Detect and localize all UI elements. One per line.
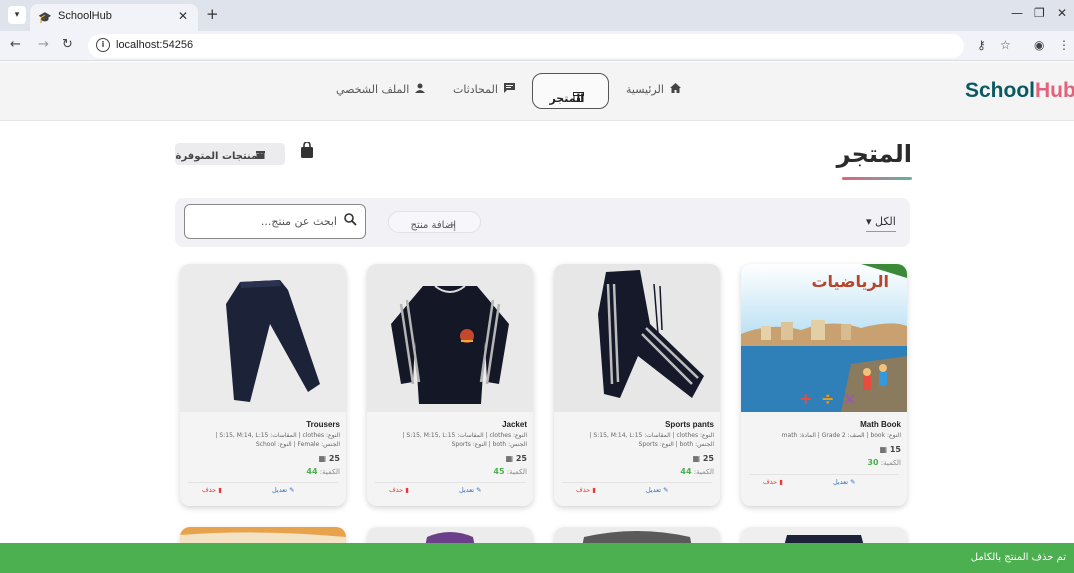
site-info-icon[interactable]: i — [96, 38, 110, 52]
product-price: ▦ 15 — [879, 445, 902, 454]
product-card-trousers[interactable]: Trousers النوع: clothes | المقاسات: S:15… — [180, 264, 346, 506]
product-quantity: الكمية: 44 — [680, 467, 714, 476]
edit-button[interactable]: ✎ تعديل — [833, 478, 856, 486]
profile-icon[interactable]: ◉ — [1034, 38, 1044, 52]
tab-search-icon[interactable]: ▾ — [8, 6, 26, 24]
pencil-icon: ✎ — [850, 478, 856, 486]
card-actions: ✎ تعديل ▮ حذف — [188, 482, 338, 496]
bookmark-star-icon[interactable]: ☆ — [1000, 38, 1011, 52]
logo[interactable]: SchoolHub — [965, 79, 1074, 103]
app-header: SchoolHub الرئيسية المتجر المحادثات المل… — [0, 62, 1074, 121]
minimize-icon[interactable]: — — [1011, 6, 1023, 20]
money-icon: ▦ — [692, 454, 701, 463]
schoolhub-favicon-icon: 🎓 — [38, 11, 52, 24]
product-quantity: الكمية: 30 — [867, 458, 901, 467]
trash-icon: ▮ — [592, 486, 596, 494]
money-icon: ▦ — [505, 454, 514, 463]
book-cover-title: الرياضيات — [811, 272, 889, 291]
product-description: النوع: book | الصف: Grade 2 | المادة: ma… — [781, 432, 901, 439]
product-price: ▦ 25 — [318, 454, 341, 463]
url-field[interactable]: i localhost:54256 — [88, 34, 964, 58]
search-input[interactable] — [197, 212, 337, 230]
page-title: المتجر — [836, 140, 912, 168]
close-window-icon[interactable]: ✕ — [1057, 6, 1067, 20]
product-card-math-book[interactable]: + ÷ × الرياضيات Math Book النوع: book | … — [741, 264, 907, 506]
menu-icon[interactable]: ⋮ — [1058, 38, 1070, 52]
product-image — [554, 264, 720, 412]
search-icon — [344, 213, 357, 230]
nav-chats[interactable]: المحادثات — [453, 82, 515, 96]
card-body: Jacket النوع: clothes | المقاسات: S:15, … — [367, 412, 533, 506]
close-tab-icon[interactable]: ✕ — [178, 9, 188, 23]
card-actions: ✎ تعديل ▮ حذف — [562, 482, 712, 496]
svg-text:+: + — [799, 389, 812, 408]
product-quantity: الكمية: 44 — [306, 467, 340, 476]
back-icon[interactable]: ← — [10, 37, 21, 52]
pencil-icon: ✎ — [476, 486, 482, 494]
delete-button[interactable]: ▮ حذف — [763, 478, 783, 486]
product-price: ▦ 25 — [692, 454, 715, 463]
product-image — [180, 264, 346, 412]
product-image: + ÷ × الرياضيات — [741, 264, 907, 412]
forward-icon[interactable]: → — [38, 37, 49, 52]
svg-text:÷: ÷ — [821, 389, 834, 408]
browser-tab-bar: ▾ 🎓 SchoolHub ✕ + — ❐ ✕ — [0, 0, 1074, 31]
browser-tab[interactable]: 🎓 SchoolHub ✕ — [30, 4, 198, 31]
product-description: النوع: clothes | المقاسات: S:15, M:14, L… — [589, 432, 714, 448]
svg-text:×: × — [843, 389, 856, 408]
delete-button[interactable]: ▮ حذف — [202, 486, 222, 494]
available-products-button[interactable]: المنتجات المتوفرة — [175, 143, 285, 165]
money-icon: ▦ — [879, 445, 888, 454]
address-bar: ← → ↻ i localhost:54256 ⚷ ☆ ◉ ⋮ — [0, 31, 1074, 61]
trash-icon: ▮ — [218, 486, 222, 494]
nav-home[interactable]: الرئيسية — [626, 82, 681, 96]
home-icon — [669, 82, 681, 96]
pencil-icon: ✎ — [289, 486, 295, 494]
edit-button[interactable]: ✎ تعديل — [646, 486, 669, 494]
product-name: Sports pants — [665, 420, 714, 429]
trash-icon: ▮ — [405, 486, 409, 494]
url-text: localhost:54256 — [116, 39, 194, 51]
card-body: Trousers النوع: clothes | المقاسات: S:15… — [180, 412, 346, 506]
product-card-jacket[interactable]: Jacket النوع: clothes | المقاسات: S:15, … — [367, 264, 533, 506]
delete-button[interactable]: ▮ حذف — [389, 486, 409, 494]
category-select[interactable]: الكل ▾ — [866, 215, 896, 232]
product-quantity: الكمية: 45 — [493, 467, 527, 476]
filter-bar: الكل ▾ + إضافة منتج — [175, 198, 910, 247]
new-tab-icon[interactable]: + — [206, 5, 219, 23]
product-image — [367, 264, 533, 412]
tab-title: SchoolHub — [58, 10, 112, 22]
trash-icon: ▮ — [779, 478, 783, 486]
product-description: النوع: clothes | المقاسات: S:15, M:15, L… — [402, 432, 527, 448]
money-icon: ▦ — [318, 454, 327, 463]
reload-icon[interactable]: ↻ — [62, 37, 73, 52]
edit-button[interactable]: ✎ تعديل — [459, 486, 482, 494]
toast-message: تم حذف المنتج بالكامل — [970, 552, 1066, 563]
chat-icon — [503, 82, 515, 96]
person-icon — [415, 82, 426, 96]
restore-icon[interactable]: ❐ — [1034, 6, 1045, 20]
product-name: Math Book — [860, 420, 901, 429]
product-price: ▦ 25 — [505, 454, 528, 463]
delete-button[interactable]: ▮ حذف — [576, 486, 596, 494]
search-field[interactable] — [184, 204, 366, 239]
shopping-bag-icon[interactable] — [300, 141, 314, 158]
product-description: النوع: clothes | المقاسات: S:15, M:14, L… — [215, 432, 340, 448]
title-underline — [842, 177, 912, 180]
edit-button[interactable]: ✎ تعديل — [272, 486, 295, 494]
product-name: Trousers — [306, 420, 340, 429]
card-body: Math Book النوع: book | الصف: Grade 2 | … — [741, 412, 907, 506]
password-key-icon[interactable]: ⚷ — [977, 38, 986, 52]
toast-notification: تم حذف المنتج بالكامل — [0, 543, 1074, 573]
nav-store[interactable]: المتجر — [532, 73, 609, 109]
product-card-sports-pants[interactable]: Sports pants النوع: clothes | المقاسات: … — [554, 264, 720, 506]
card-actions: ✎ تعديل ▮ حذف — [749, 474, 899, 488]
card-body: Sports pants النوع: clothes | المقاسات: … — [554, 412, 720, 506]
nav-profile[interactable]: الملف الشخصي — [336, 82, 426, 96]
card-actions: ✎ تعديل ▮ حذف — [375, 482, 525, 496]
add-product-button[interactable]: + إضافة منتج — [388, 211, 481, 233]
pencil-icon: ✎ — [663, 486, 669, 494]
product-name: Jacket — [502, 420, 527, 429]
